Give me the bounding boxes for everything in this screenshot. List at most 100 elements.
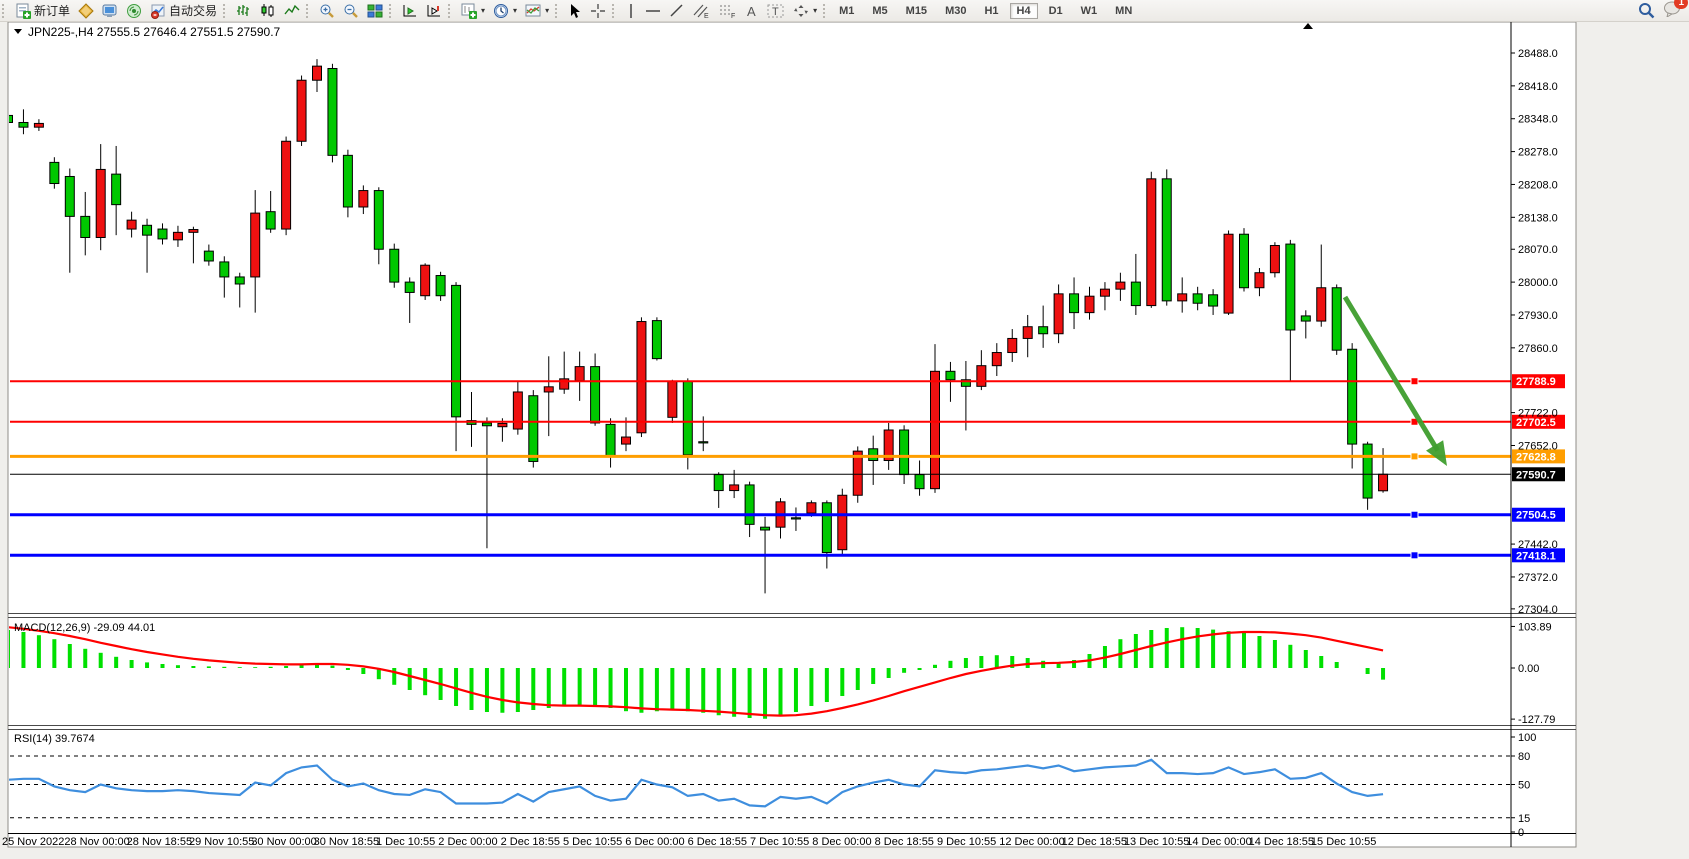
line-handle[interactable] [1411,511,1418,518]
price-tick-label: 28138.0 [1518,212,1558,224]
candle-body [1209,295,1218,306]
candle-body [529,396,538,462]
chart-window[interactable]: 27788.927702.527628.827590.727504.527418… [0,0,1689,859]
equidistant-channel-icon: E [693,3,711,19]
candle-body [544,387,553,392]
chevron-down-icon: ▾ [813,6,817,15]
chevron-down-icon: ▾ [481,6,485,15]
auto-scroll-button[interactable] [422,1,446,20]
candle-body [390,249,399,282]
time-tick-label: 28 Nov 18:55 [127,836,192,848]
search-icon[interactable] [1638,2,1655,19]
horizontal-line-icon [645,3,661,19]
chart-shift-button[interactable] [398,1,422,20]
price-tick-label: 27372.0 [1518,572,1558,584]
svg-text:F: F [731,13,735,19]
macd-label: MACD(12,26,9) -29.09 44.01 [14,622,155,634]
candle-body [19,122,28,127]
candle-body [112,174,121,205]
text-tool[interactable]: A [741,1,763,20]
timeframe-M30[interactable]: M30 [938,3,973,19]
text-label-tool[interactable]: T [763,1,789,20]
tile-windows-button[interactable] [363,1,387,20]
timeframe-W1[interactable]: W1 [1074,3,1105,19]
time-tick-label: 15 Dec 10:55 [1311,836,1376,848]
candle-body [1240,234,1249,288]
line-handle[interactable] [1411,453,1418,460]
candle-body [992,353,1001,366]
signal-button[interactable] [122,1,146,20]
time-tick-label: 7 Dec 10:55 [750,836,809,848]
new-order-button[interactable]: 新订单 [11,1,74,20]
candle-body [1363,444,1372,498]
trendline-tool[interactable] [665,1,689,20]
candle-body [1286,244,1295,330]
candle-body [1039,327,1048,334]
new-chart-button[interactable]: ▾ [457,1,489,20]
candle-body [977,366,986,387]
candle-chart-button[interactable] [256,1,280,20]
auto-trading-button[interactable]: 自动交易 [146,1,221,20]
price-tick-label: 27304.0 [1518,604,1558,616]
price-tick-label: 28208.0 [1518,179,1558,191]
candle-body [282,141,291,229]
gold-diamond-icon [78,3,94,19]
line-handle[interactable] [1411,552,1418,559]
toolbar-grip [223,4,230,18]
candle-body [1193,294,1202,303]
candle-body [50,162,59,183]
timeframe-MN[interactable]: MN [1108,3,1139,19]
crosshair-button[interactable] [586,1,610,20]
rsi-tick-label: 80 [1518,751,1530,763]
candle-body [1270,245,1279,272]
candle-body [204,251,213,261]
indicators-button[interactable]: ▾ [521,1,553,20]
candle-body [1224,234,1233,313]
bar-chart-icon [236,3,252,19]
candle-body [1100,289,1109,296]
candle-body [869,449,878,461]
macd-tick-label: 0.00 [1518,663,1539,675]
candle-body [1317,288,1326,321]
timeframe-D1[interactable]: D1 [1042,3,1070,19]
arrows-tool[interactable]: ▾ [789,1,821,20]
candle-body [714,475,723,491]
timeframe-M15[interactable]: M15 [899,3,934,19]
macd-tick-label: -127.79 [1518,714,1555,726]
time-tick-label: 2 Dec 00:00 [438,836,497,848]
vertical-line-tool[interactable] [621,1,641,20]
timeframe-M5[interactable]: M5 [865,3,894,19]
candle-body [220,262,229,277]
line-handle[interactable] [1411,378,1418,385]
candle-body [297,80,306,141]
timeframe-M1[interactable]: M1 [832,3,861,19]
new-order-label: 新订单 [34,2,70,19]
terminal-button[interactable] [98,1,122,20]
notifications-button[interactable]: 1 [1663,1,1681,20]
auto-scroll-icon [426,3,442,19]
svg-text:T: T [772,6,779,18]
mql-button[interactable] [74,1,98,20]
timeframe-H1[interactable]: H1 [977,3,1005,19]
candle-chart-icon [260,3,276,19]
fibonacci-tool[interactable]: F [715,1,741,20]
horizontal-line-tool[interactable] [641,1,665,20]
profiles-button[interactable]: ▾ [489,1,521,20]
bar-chart-button[interactable] [232,1,256,20]
zoom-in-button[interactable] [315,1,339,20]
candle-body [498,423,507,426]
timeframe-H4[interactable]: H4 [1010,3,1038,19]
indicators-icon [525,3,541,19]
time-tick-label: 28 Nov 00:00 [64,836,129,848]
rsi-tick-label: 100 [1518,732,1536,744]
time-tick-label: 14 Dec 18:55 [1249,836,1314,848]
cursor-button[interactable] [564,1,586,20]
time-axis[interactable]: 25 Nov 202228 Nov 00:0028 Nov 18:5529 No… [2,836,1376,848]
new-chart-icon [461,3,477,19]
price-tick-label: 28488.0 [1518,48,1558,60]
candle-body [622,437,631,444]
toolbar-grip [389,4,396,18]
line-chart-button[interactable] [280,1,304,20]
zoom-out-button[interactable] [339,1,363,20]
channel-tool[interactable]: E [689,1,715,20]
